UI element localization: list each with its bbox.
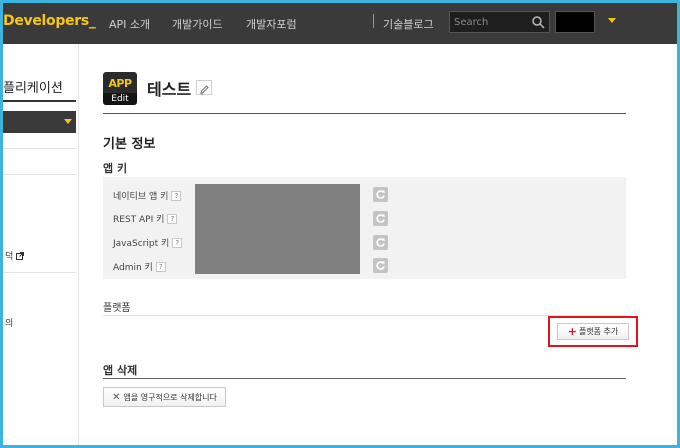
close-icon: ✕ (112, 391, 121, 403)
key-row-javascript: JavaScript 키 ? (113, 236, 183, 249)
help-icon[interactable]: ? (172, 237, 183, 248)
user-account-box[interactable] (555, 11, 595, 33)
add-platform-highlight: + 플랫폼 추가 (548, 316, 638, 347)
delete-app-button[interactable]: ✕ 앱을 영구적으로 삭제합니다 (103, 387, 226, 407)
app-icon[interactable]: APP Edit (103, 72, 137, 105)
sidebar-divider (3, 272, 76, 273)
key-row-native: 네이티브 앱 키 ? (113, 189, 182, 202)
delete-app-label: 앱을 영구적으로 삭제합니다 (123, 392, 217, 402)
sidebar-item-external[interactable]: 덕 (5, 249, 25, 262)
external-link-icon (16, 252, 25, 260)
section-title-platform: 플랫폼 (103, 303, 131, 314)
key-label: JavaScript 키 (113, 239, 170, 249)
key-row-rest-api: REST API 키 ? (113, 212, 178, 225)
help-icon[interactable]: ? (171, 190, 182, 201)
reissue-key-button[interactable] (373, 211, 388, 226)
sidebar-item-other[interactable]: 의 (5, 316, 13, 329)
plus-icon: + (567, 324, 577, 338)
refresh-icon (376, 261, 385, 270)
delete-divider (103, 378, 626, 379)
search-box (449, 11, 550, 33)
refresh-icon (376, 190, 385, 199)
nav-separator (373, 14, 374, 28)
user-menu-caret-icon[interactable] (608, 18, 616, 23)
sidebar-title: 플리케이션 (3, 81, 63, 96)
edit-app-name-button[interactable] (196, 80, 212, 95)
key-label: Admin 키 (113, 263, 153, 273)
sidebar-divider (3, 174, 76, 175)
refresh-icon (376, 214, 385, 223)
refresh-icon (376, 238, 385, 247)
pencil-icon (200, 85, 209, 95)
app-icon-label: APP (108, 77, 132, 90)
section-title-delete-app: 앱 삭제 (103, 364, 138, 377)
sidebar-item-label: 덕 (5, 252, 14, 262)
top-navigation-bar: Developers_ API 소개 개발가이드 개발자포럼 기술블로그 (3, 3, 677, 44)
app-select-dropdown[interactable] (3, 111, 76, 133)
app-keys-panel: 네이티브 앱 키 ? REST API 키 ? JavaScript 키 ? A… (103, 177, 626, 279)
add-platform-label: 플랫폼 추가 (578, 327, 619, 336)
reissue-key-button[interactable] (373, 235, 388, 250)
chevron-down-icon (64, 119, 72, 124)
nav-tech-blog[interactable]: 기술블로그 (383, 16, 434, 32)
nav-api-intro[interactable]: API 소개 (109, 16, 150, 32)
help-icon[interactable]: ? (155, 261, 166, 272)
sidebar-divider (3, 148, 76, 149)
key-row-admin: Admin 키 ? (113, 260, 166, 273)
section-title-basic-info: 기본 정보 (103, 137, 156, 152)
title-divider (103, 113, 626, 114)
left-sidebar: 플리케이션 덕 의 (3, 44, 79, 445)
key-label: 네이티브 앱 키 (113, 192, 169, 202)
help-icon[interactable]: ? (167, 213, 178, 224)
redacted-key-values (195, 184, 360, 274)
reissue-key-button[interactable] (373, 258, 388, 273)
add-platform-button[interactable]: + 플랫폼 추가 (557, 323, 629, 340)
key-label: REST API 키 (113, 215, 165, 225)
search-icon[interactable] (531, 15, 545, 29)
section-title-app-keys: 앱 키 (103, 162, 128, 175)
browser-frame: Developers_ API 소개 개발가이드 개발자포럼 기술블로그 플리케… (3, 3, 677, 445)
app-name: 테스트 (147, 80, 192, 99)
search-input[interactable] (454, 15, 530, 29)
developers-logo[interactable]: Developers_ (3, 13, 96, 29)
nav-dev-guide[interactable]: 개발가이드 (172, 16, 223, 32)
reissue-key-button[interactable] (373, 187, 388, 202)
app-icon-edit-label: Edit (103, 93, 137, 105)
sidebar-title-underline (3, 100, 76, 102)
nav-dev-forum[interactable]: 개발자포럼 (246, 16, 297, 32)
